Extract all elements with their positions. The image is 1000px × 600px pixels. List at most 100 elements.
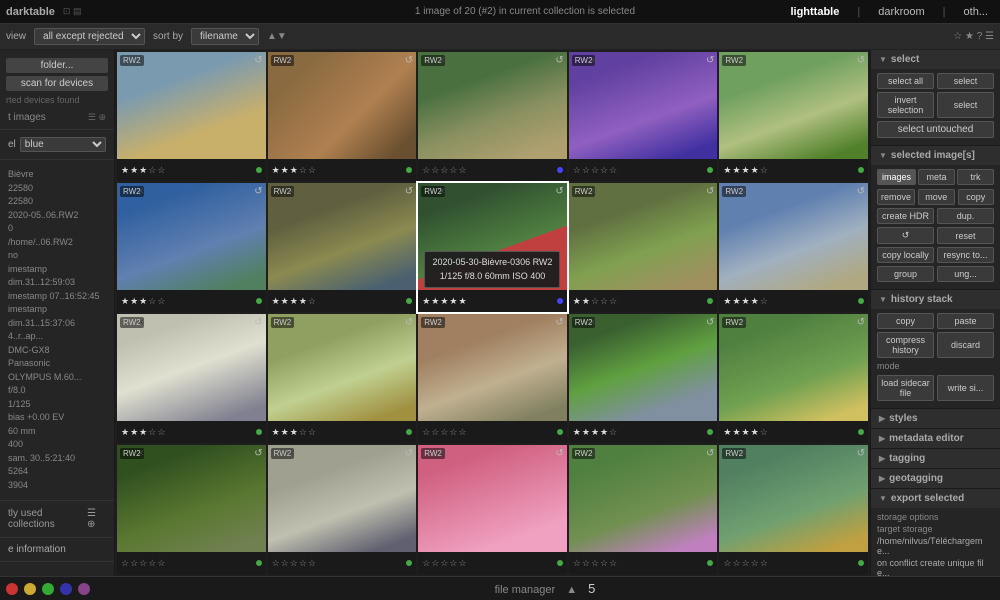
thumb-stars-16[interactable]: ☆☆☆☆☆ <box>121 558 165 569</box>
thumbnail-cell-17[interactable]: ✕RW2↺☆☆☆☆☆ <box>268 445 417 574</box>
thumbnail-cell-10[interactable]: ✕RW2↺★★★★☆ <box>719 183 868 312</box>
ungroup-button[interactable]: ung... <box>937 266 994 282</box>
reset-button[interactable]: reset <box>937 227 994 244</box>
folder-button[interactable]: folder... <box>6 58 108 73</box>
history-title[interactable]: ▼ history stack <box>871 290 1000 309</box>
thumb-stars-8[interactable]: ★★★★★ <box>422 296 466 307</box>
collections-header[interactable]: tly used collections ☰ ⊕ <box>0 505 114 533</box>
thumbnail-cell-5[interactable]: ✕RW2↺★★★★☆ <box>719 52 868 181</box>
thumbnail-cell-9[interactable]: ✕RW2↺★★☆☆☆ <box>569 183 718 312</box>
purple-dot-button[interactable] <box>78 583 90 595</box>
thumb-stars-7[interactable]: ★★★★☆ <box>272 296 316 307</box>
thumb-stars-10[interactable]: ★★★★☆ <box>723 296 767 307</box>
thumb-stars-5[interactable]: ★★★★☆ <box>723 165 767 176</box>
yellow-dot-button[interactable] <box>24 583 36 595</box>
thumb-sync-icon-20[interactable]: ↺ <box>857 448 865 459</box>
thumbnail-cell-14[interactable]: ✕RW2↺★★★★☆ <box>569 314 718 443</box>
thumbnail-cell-18[interactable]: ✕RW2↺☆☆☆☆☆ <box>418 445 567 574</box>
tag-select[interactable]: blue <box>20 137 106 152</box>
thumb-stars-1[interactable]: ★★★☆☆ <box>121 165 165 176</box>
thumb-sync-icon-3[interactable]: ↺ <box>555 55 563 66</box>
scan-devices-button[interactable]: scan for devices <box>6 76 108 91</box>
thumb-sync-icon-18[interactable]: ↺ <box>555 448 563 459</box>
select-btn3[interactable]: select <box>937 92 994 118</box>
thumb-stars-18[interactable]: ☆☆☆☆☆ <box>422 558 466 569</box>
copy-button[interactable]: copy <box>958 189 995 205</box>
tab-images[interactable]: images <box>877 169 916 185</box>
remove-button[interactable]: remove <box>877 189 915 205</box>
thumb-sync-icon-13[interactable]: ↺ <box>555 317 563 328</box>
thumb-stars-12[interactable]: ★★★☆☆ <box>272 427 316 438</box>
resync-button[interactable]: resync to... <box>937 247 994 263</box>
thumb-stars-11[interactable]: ★★★☆☆ <box>121 427 165 438</box>
copy-locally-button[interactable]: copy locally <box>877 247 934 263</box>
thumbnail-cell-20[interactable]: ✕RW2↺☆☆☆☆☆ <box>719 445 868 574</box>
create-hdr-button[interactable]: create HDR <box>877 208 934 224</box>
thumb-stars-9[interactable]: ★★☆☆☆ <box>573 296 617 307</box>
thumb-stars-15[interactable]: ★★★★☆ <box>723 427 767 438</box>
thumb-stars-13[interactable]: ☆☆☆☆☆ <box>422 427 466 438</box>
select-section-title[interactable]: ▼ select <box>871 50 1000 69</box>
thumb-sync-icon-2[interactable]: ↺ <box>405 55 413 66</box>
thumb-stars-4[interactable]: ☆☆☆☆☆ <box>573 165 617 176</box>
thumb-sync-icon-15[interactable]: ↺ <box>857 317 865 328</box>
thumb-sync-icon-8[interactable]: ↺ <box>555 186 563 197</box>
thumb-sync-icon-19[interactable]: ↺ <box>706 448 714 459</box>
green-dot-button[interactable] <box>42 583 54 595</box>
compress-history-button[interactable]: compress history <box>877 332 934 358</box>
group-button[interactable]: group <box>877 266 934 282</box>
thumb-sync-icon-12[interactable]: ↺ <box>405 317 413 328</box>
thumb-stars-17[interactable]: ☆☆☆☆☆ <box>272 558 316 569</box>
invert-selection-button[interactable]: invert selection <box>877 92 934 118</box>
thumbnail-cell-8[interactable]: ✕RW2↺2020-05-30-Bièvre-0306 RW21/125 f/8… <box>418 183 567 312</box>
select-untouched-button[interactable]: select untouched <box>877 121 994 138</box>
image-information-item[interactable]: e information <box>0 542 114 557</box>
thumbnail-cell-1[interactable]: ✕RW2↺★★★☆☆ <box>117 52 266 181</box>
thumbnail-cell-12[interactable]: ✕RW2↺★★★☆☆ <box>268 314 417 443</box>
sort-select[interactable]: filename <box>191 28 259 45</box>
geotagging-title[interactable]: ▶ geotagging <box>871 469 1000 488</box>
thumb-stars-3[interactable]: ☆☆☆☆☆ <box>422 165 466 176</box>
styles-title[interactable]: ▶ styles <box>871 409 1000 428</box>
export-title[interactable]: ▼ export selected <box>871 489 1000 508</box>
thumb-sync-icon-10[interactable]: ↺ <box>857 186 865 197</box>
thumb-sync-icon-16[interactable]: ↺ <box>254 448 262 459</box>
lighttable-mode-btn[interactable]: lighttable <box>784 4 845 20</box>
thumb-sync-icon-11[interactable]: ↺ <box>254 317 262 328</box>
blue-dot-button[interactable] <box>60 583 72 595</box>
red-dot-button[interactable] <box>6 583 18 595</box>
select-btn2[interactable]: select <box>937 73 994 89</box>
tagging-title[interactable]: ▶ tagging <box>871 449 1000 468</box>
paste-history-button[interactable]: paste <box>937 313 994 329</box>
tab-trk[interactable]: trk <box>957 169 994 185</box>
thumb-stars-2[interactable]: ★★★☆☆ <box>272 165 316 176</box>
thumb-stars-19[interactable]: ☆☆☆☆☆ <box>573 558 617 569</box>
view-select[interactable]: all except rejected <box>34 28 145 45</box>
thumbnail-cell-7[interactable]: ✕RW2↺★★★★☆ <box>268 183 417 312</box>
copy-history-button[interactable]: copy <box>877 313 934 329</box>
thumbnail-cell-4[interactable]: ✕RW2↺☆☆☆☆☆ <box>569 52 718 181</box>
thumb-sync-icon-7[interactable]: ↺ <box>405 186 413 197</box>
thumbnail-cell-2[interactable]: ✕RW2↺★★★☆☆ <box>268 52 417 181</box>
write-sidecar-button[interactable]: write si... <box>937 375 994 401</box>
reset-icon-button[interactable]: ↺ <box>877 227 934 244</box>
other-mode-btn[interactable]: oth... <box>958 4 994 20</box>
thumb-stars-6[interactable]: ★★★☆☆ <box>121 296 165 307</box>
tab-meta[interactable]: meta <box>918 169 955 185</box>
move-button[interactable]: move <box>918 189 955 205</box>
thumb-sync-icon-17[interactable]: ↺ <box>405 448 413 459</box>
thumb-sync-icon-14[interactable]: ↺ <box>706 317 714 328</box>
thumb-sync-icon-4[interactable]: ↺ <box>706 55 714 66</box>
thumb-sync-icon-1[interactable]: ↺ <box>254 55 262 66</box>
discard-button[interactable]: discard <box>937 332 994 358</box>
thumbnail-cell-11[interactable]: ✕RW2↺★★★☆☆ <box>117 314 266 443</box>
load-sidecar-button[interactable]: load sidecar file <box>877 375 934 401</box>
thumb-sync-icon-5[interactable]: ↺ <box>857 55 865 66</box>
thumb-stars-20[interactable]: ☆☆☆☆☆ <box>723 558 767 569</box>
darkroom-mode-btn[interactable]: darkroom <box>872 4 930 20</box>
select-all-button[interactable]: select all <box>877 73 934 89</box>
thumbnail-cell-16[interactable]: ✕RW2↺☆☆☆☆☆ <box>117 445 266 574</box>
thumbnail-cell-3[interactable]: ✕RW2↺☆☆☆☆☆ <box>418 52 567 181</box>
thumbnail-cell-19[interactable]: ✕RW2↺☆☆☆☆☆ <box>569 445 718 574</box>
thumbnail-cell-6[interactable]: ✕RW2↺★★★☆☆ <box>117 183 266 312</box>
